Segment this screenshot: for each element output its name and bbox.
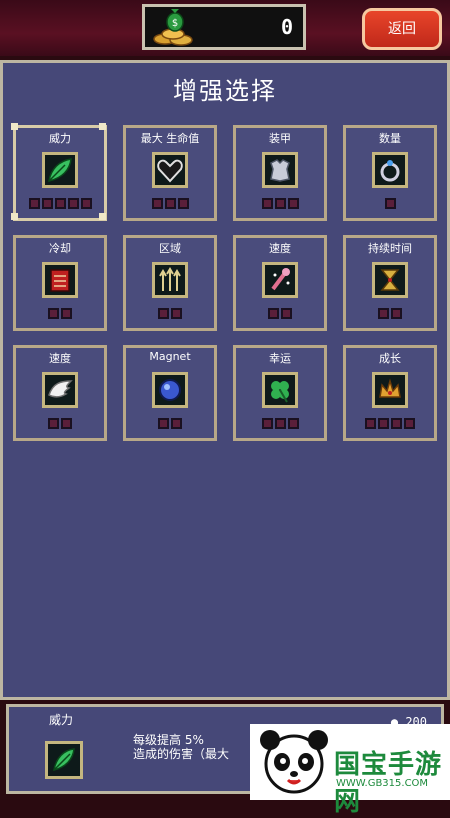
level-pip: [54, 198, 66, 209]
selection-corner: [99, 123, 106, 130]
leaf-icon: [42, 152, 78, 188]
watermark-url: WWW.GB315.COM: [336, 778, 429, 789]
selection-corner: [99, 213, 106, 220]
power-up-label: 幸运: [269, 352, 291, 365]
power-up-label: 持续时间: [368, 242, 412, 255]
level-pip: [80, 198, 92, 209]
level-pip: [177, 198, 189, 209]
power-up-card[interactable]: 持续时间: [343, 235, 437, 331]
level-pips: [126, 308, 214, 319]
power-up-card[interactable]: 速度: [13, 345, 107, 441]
level-pips: [16, 308, 104, 319]
ring-icon: [372, 152, 408, 188]
clover-icon: [262, 372, 298, 408]
level-pip: [164, 198, 176, 209]
level-pip: [48, 308, 59, 319]
power-up-card[interactable]: 最大 生命值: [123, 125, 217, 221]
power-up-card[interactable]: 速度: [233, 235, 327, 331]
level-pips: [126, 418, 214, 429]
level-pips: [126, 198, 214, 209]
level-pip: [391, 418, 402, 429]
level-pip: [158, 418, 169, 429]
level-pip: [404, 418, 415, 429]
power-up-label: 速度: [49, 352, 71, 365]
coin-counter: $ 0: [142, 4, 306, 50]
level-pips: [16, 418, 104, 429]
level-pips: [346, 198, 434, 209]
level-pip: [151, 198, 163, 209]
level-pip: [365, 418, 376, 429]
arrows-icon: [152, 262, 188, 298]
page-title: 增强选择: [173, 77, 277, 105]
power-up-card[interactable]: 冷却: [13, 235, 107, 331]
level-pip: [171, 308, 182, 319]
level-pips: [16, 198, 104, 209]
level-pip: [61, 308, 72, 319]
orb-icon: [152, 372, 188, 408]
level-pip: [171, 418, 182, 429]
power-up-card[interactable]: 威力: [11, 123, 107, 221]
power-up-label: 装甲: [269, 132, 291, 145]
level-pip: [391, 308, 402, 319]
wand-icon: [262, 262, 298, 298]
svg-text:$: $: [172, 18, 178, 29]
power-up-card[interactable]: Magnet: [123, 345, 217, 441]
watermark-logo: 国宝手游网 WWW.GB315.COM: [250, 724, 450, 817]
coin-count: 0: [280, 15, 293, 39]
power-up-panel: 增强选择 威力 最大 生命值 装甲 数量 冷却 区域 速度 持续时间 速度 Magnet 幸运 成长: [0, 60, 450, 700]
level-pip: [67, 198, 79, 209]
level-pip: [378, 308, 389, 319]
top-bar: $ 0 返回: [0, 0, 450, 56]
level-pips: [346, 308, 434, 319]
back-button[interactable]: 返回: [362, 8, 442, 50]
level-pip: [261, 198, 273, 209]
level-pip: [261, 418, 273, 429]
level-pip: [281, 308, 292, 319]
level-pip: [274, 418, 286, 429]
power-up-card[interactable]: 数量: [343, 125, 437, 221]
leaf-icon: [45, 741, 83, 779]
level-pip: [287, 198, 299, 209]
selected-name: 威力: [49, 713, 74, 727]
power-up-card[interactable]: 成长: [343, 345, 437, 441]
level-pip: [41, 198, 53, 209]
book-icon: [42, 262, 78, 298]
crown-icon: [372, 372, 408, 408]
selection-corner: [11, 213, 18, 220]
level-pip: [268, 308, 279, 319]
power-up-card[interactable]: 区域: [123, 235, 217, 331]
heart-icon: [152, 152, 188, 188]
power-up-card[interactable]: 幸运: [233, 345, 327, 441]
power-up-label: 区域: [159, 242, 181, 255]
level-pips: [236, 418, 324, 429]
power-up-card[interactable]: 装甲: [233, 125, 327, 221]
wings-icon: [42, 372, 78, 408]
power-up-label: 最大 生命值: [140, 132, 200, 145]
level-pip: [158, 308, 169, 319]
panda-icon: [260, 730, 328, 794]
armor-icon: [262, 152, 298, 188]
level-pip: [378, 418, 389, 429]
level-pips: [236, 198, 324, 209]
power-up-label: 成长: [379, 352, 401, 365]
coin-pile-icon: $: [153, 9, 193, 46]
level-pip: [61, 418, 72, 429]
level-pip: [28, 198, 40, 209]
level-pips: [236, 308, 324, 319]
level-pip: [287, 418, 299, 429]
hourglass-icon: [372, 262, 408, 298]
power-up-label: 冷却: [49, 242, 71, 255]
level-pip: [274, 198, 286, 209]
power-up-label: 数量: [379, 132, 401, 145]
power-up-label: 速度: [269, 242, 291, 255]
power-up-label: 威力: [49, 132, 71, 145]
power-up-label: Magnet: [149, 350, 191, 363]
selection-corner: [11, 123, 18, 130]
level-pip: [384, 198, 396, 209]
level-pips: [346, 418, 434, 429]
level-pip: [48, 418, 59, 429]
